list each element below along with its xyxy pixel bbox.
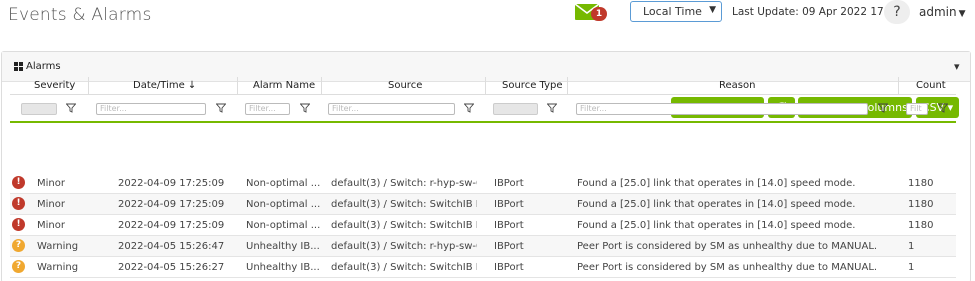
- warning-icon: ?: [12, 239, 25, 252]
- severity-cell: Warning: [37, 241, 79, 252]
- column-separator[interactable]: [88, 77, 89, 95]
- column-separator[interactable]: [321, 77, 322, 95]
- error-icon: !: [12, 176, 25, 189]
- alarm-name-cell: Non-optimal ...: [246, 199, 321, 210]
- alarm-name-cell: Unhealthy IB...: [246, 262, 320, 273]
- warning-icon: ?: [12, 260, 25, 273]
- source-type-cell: IBPort: [494, 220, 524, 231]
- severity-cell: Warning: [37, 262, 79, 273]
- column-separator[interactable]: [898, 77, 899, 95]
- time-mode-value: Local Time: [643, 5, 702, 18]
- reason-cell: Found a [25.0] link that operates in [14…: [577, 178, 856, 189]
- datetime-cell: 2022-04-05 15:26:27: [118, 262, 225, 273]
- column-separator[interactable]: [485, 77, 486, 95]
- column-separator[interactable]: [237, 77, 238, 95]
- table-row[interactable]: ? Warning 2022-04-05 15:26:47 Unhealthy IB.…: [10, 236, 956, 257]
- table-row[interactable]: ! Minor 2022-04-09 17:25:09 Non-optimal ...…: [10, 215, 956, 236]
- page-title: Events & Alarms: [8, 5, 152, 25]
- source-cell: default(3) / Switch: r-hyp-sw-01 /: [331, 178, 477, 189]
- chevron-down-icon: ▼: [709, 5, 716, 15]
- datetime-cell: 2022-04-09 17:25:09: [118, 199, 225, 210]
- source-cell: default(3) / Switch: SwitchIB Mell:: [331, 262, 477, 273]
- time-mode-select[interactable]: Local Time ▼: [630, 1, 722, 22]
- column-header-alarm-name[interactable]: Alarm Name: [253, 80, 315, 91]
- alarm-name-filter-input[interactable]: Filter...: [245, 103, 290, 115]
- help-button[interactable]: ?: [884, 0, 910, 24]
- datetime-cell: 2022-04-09 17:25:09: [118, 220, 225, 231]
- count-filter-input[interactable]: Filt: [906, 103, 928, 115]
- count-cell: 1180: [908, 220, 934, 231]
- column-header-count[interactable]: Count: [916, 80, 946, 91]
- chevron-down-icon: ▼: [958, 9, 966, 19]
- user-menu[interactable]: admin ▼: [919, 5, 966, 19]
- count-cell: 1: [908, 241, 915, 252]
- count-cell: 1: [908, 262, 915, 273]
- top-bar: Events & Alarms 1 Local Time ▼ Last Upda…: [0, 0, 975, 34]
- alarm-name-cell: Unhealthy IB...: [246, 241, 320, 252]
- filter-icon[interactable]: [66, 103, 76, 113]
- user-name: admin: [919, 5, 957, 19]
- count-cell: 1180: [908, 199, 934, 210]
- notification-badge: 1: [591, 7, 607, 21]
- reason-cell: Found a [25.0] link that operates in [14…: [577, 220, 856, 231]
- datetime-cell: 2022-04-05 15:26:47: [118, 241, 225, 252]
- source-type-cell: IBPort: [494, 199, 524, 210]
- column-separator[interactable]: [567, 77, 568, 95]
- source-cell: default(3) / Switch: r-hyp-sw-01 /: [331, 241, 477, 252]
- filter-icon[interactable]: [300, 103, 310, 113]
- table-header-underline: [10, 121, 956, 123]
- error-icon: !: [12, 218, 25, 231]
- grid-icon: [14, 62, 23, 71]
- filter-icon[interactable]: [878, 103, 888, 113]
- alarm-name-cell: Non-optimal ...: [246, 220, 321, 231]
- error-icon: !: [12, 197, 25, 210]
- datetime-filter-input[interactable]: Filter...: [96, 103, 206, 115]
- source-type-cell: IBPort: [494, 262, 524, 273]
- reason-filter-input[interactable]: Filter...: [576, 103, 868, 115]
- table-row[interactable]: ? Warning 2022-04-05 15:26:27 Unhealthy IB.…: [10, 257, 956, 278]
- reason-cell: Peer Port is considered by SM as unhealt…: [577, 262, 878, 273]
- panel-header[interactable]: Alarms ▾: [2, 52, 970, 82]
- source-cell: default(3) / Switch: SwitchIB Mell:: [331, 220, 477, 231]
- alarm-name-cell: Non-optimal ...: [246, 178, 321, 189]
- source-cell: default(3) / Switch: SwitchIB Mell:: [331, 199, 477, 210]
- column-header-severity[interactable]: Severity: [34, 80, 75, 91]
- source-type-cell: IBPort: [494, 178, 524, 189]
- column-header-source-type[interactable]: Source Type: [502, 80, 563, 91]
- header-divider: [10, 94, 956, 95]
- panel-title: Alarms: [26, 61, 61, 72]
- source-filter-input[interactable]: Filter...: [328, 103, 455, 115]
- column-header-datetime[interactable]: Date/Time ↓: [133, 80, 196, 91]
- last-update-text: Last Update: 09 Apr 2022 17:25: [732, 6, 901, 18]
- reason-cell: Found a [25.0] link that operates in [14…: [577, 199, 856, 210]
- column-header-reason[interactable]: Reason: [719, 80, 755, 91]
- severity-cell: Minor: [37, 199, 65, 210]
- column-header-source[interactable]: Source: [388, 80, 422, 91]
- datetime-cell: 2022-04-09 17:25:09: [118, 178, 225, 189]
- reason-cell: Peer Port is considered by SM as unhealt…: [577, 241, 878, 252]
- source-type-filter[interactable]: [493, 103, 538, 115]
- severity-filter[interactable]: [21, 103, 57, 115]
- filter-icon[interactable]: [464, 103, 474, 113]
- severity-cell: Minor: [37, 178, 65, 189]
- filter-icon[interactable]: [216, 103, 226, 113]
- filter-icon[interactable]: [938, 103, 948, 113]
- collapse-chevron-icon[interactable]: ▾: [954, 60, 960, 73]
- filter-icon[interactable]: [547, 103, 557, 113]
- table-row[interactable]: ! Minor 2022-04-09 17:25:09 Non-optimal ...…: [10, 173, 956, 194]
- severity-cell: Minor: [37, 220, 65, 231]
- table-row[interactable]: ! Minor 2022-04-09 17:25:09 Non-optimal ...…: [10, 194, 956, 215]
- count-cell: 1180: [908, 178, 934, 189]
- source-type-cell: IBPort: [494, 241, 524, 252]
